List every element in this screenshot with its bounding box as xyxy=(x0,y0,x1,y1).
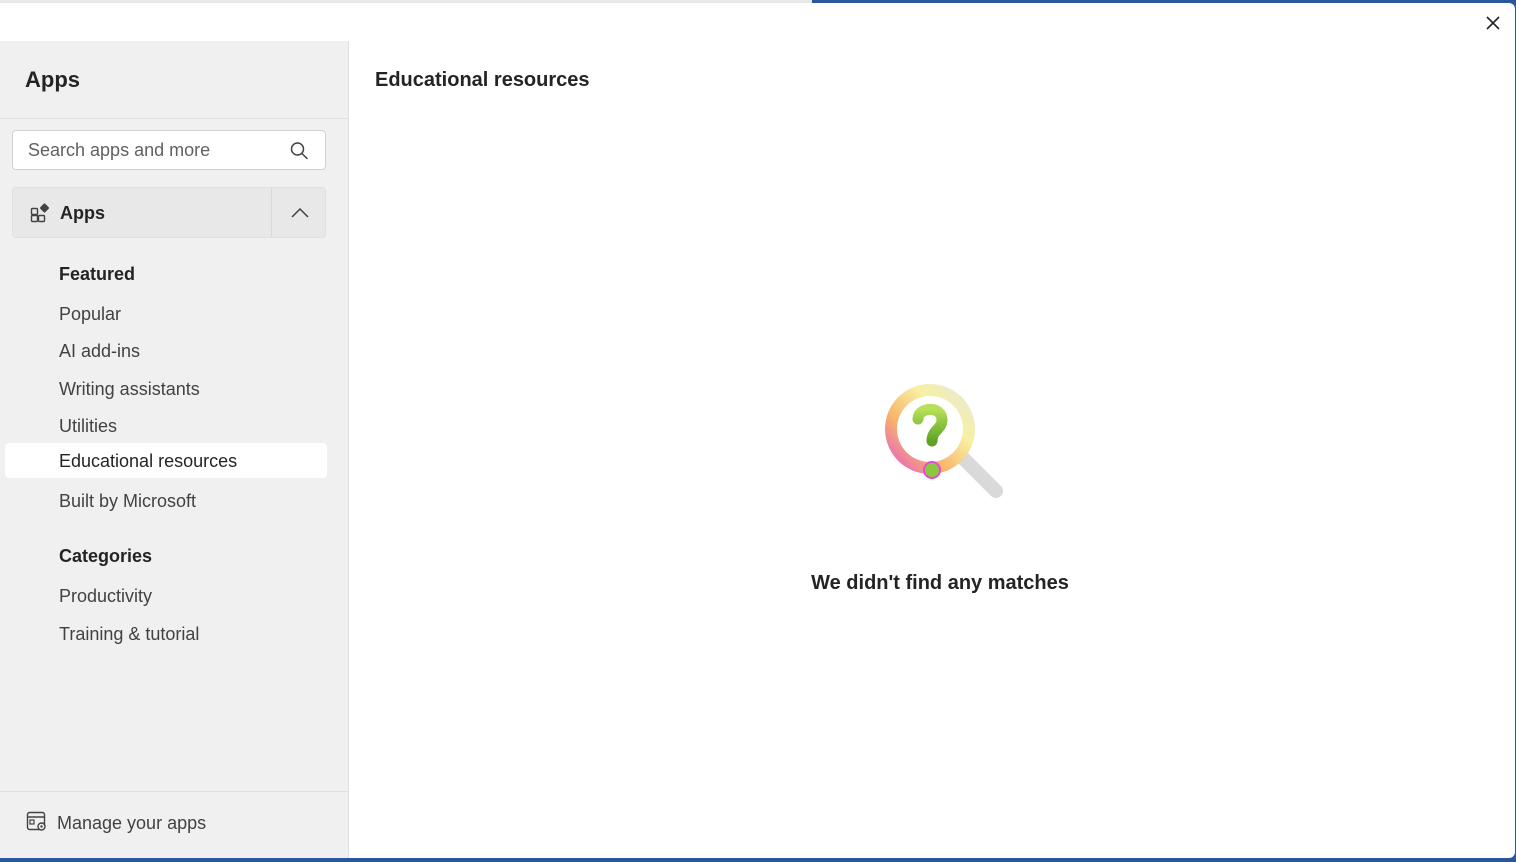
sidebar-item-label: Educational resources xyxy=(59,451,238,471)
search-icon[interactable] xyxy=(289,141,309,161)
apps-group: Apps xyxy=(12,187,326,238)
sidebar-item-label: Built by Microsoft xyxy=(59,491,197,511)
sidebar-item-writing-assistants[interactable]: Writing assistants xyxy=(5,371,327,406)
sidebar-item-productivity[interactable]: Productivity xyxy=(5,578,327,613)
chevron-up-icon xyxy=(290,207,309,218)
magnifier-question-icon xyxy=(885,384,1003,498)
apps-icon xyxy=(30,203,50,223)
sidebar-item-label: AI add-ins xyxy=(59,341,141,361)
sidebar-divider xyxy=(0,118,348,119)
sidebar-item-label: Writing assistants xyxy=(59,379,200,399)
close-button[interactable] xyxy=(1481,11,1505,35)
sidebar-item-label: Popular xyxy=(59,304,122,324)
manage-apps-label: Manage your apps xyxy=(57,813,207,833)
featured-heading: Featured xyxy=(59,264,136,284)
categories-heading: Categories xyxy=(59,546,153,566)
sidebar-item-built-by-microsoft[interactable]: Built by Microsoft xyxy=(5,483,327,518)
manage-apps-icon xyxy=(26,811,46,831)
sidebar-title: Apps xyxy=(25,67,80,92)
apps-group-label: Apps xyxy=(60,203,105,223)
sidebar-item-ai-add-ins[interactable]: AI add-ins xyxy=(5,333,327,368)
sidebar-item-utilities[interactable]: Utilities xyxy=(5,408,327,443)
close-icon xyxy=(1486,16,1500,30)
sidebar-item-training-tutorial[interactable]: Training & tutorial xyxy=(5,616,327,651)
apps-group-button[interactable]: Apps xyxy=(13,188,271,237)
apps-dialog: Apps Apps xyxy=(0,3,1515,858)
collapse-toggle[interactable] xyxy=(271,188,327,237)
manage-apps-button[interactable]: Manage your apps xyxy=(22,808,322,838)
sidebar-item-educational-resources[interactable]: Educational resources xyxy=(5,443,327,478)
page-title: Educational resources xyxy=(375,69,590,91)
sidebar-item-label: Utilities xyxy=(59,416,118,436)
sidebar-item-label: Productivity xyxy=(59,586,153,606)
search-input[interactable] xyxy=(28,139,278,161)
sidebar-item-popular[interactable]: Popular xyxy=(5,296,327,331)
sidebar-item-label: Training & tutorial xyxy=(59,624,200,644)
sidebar: Apps Apps xyxy=(0,41,349,858)
empty-state-message: We didn't find any matches xyxy=(811,572,1069,594)
sidebar-bottom-divider xyxy=(0,791,348,792)
search-box[interactable] xyxy=(12,130,326,170)
